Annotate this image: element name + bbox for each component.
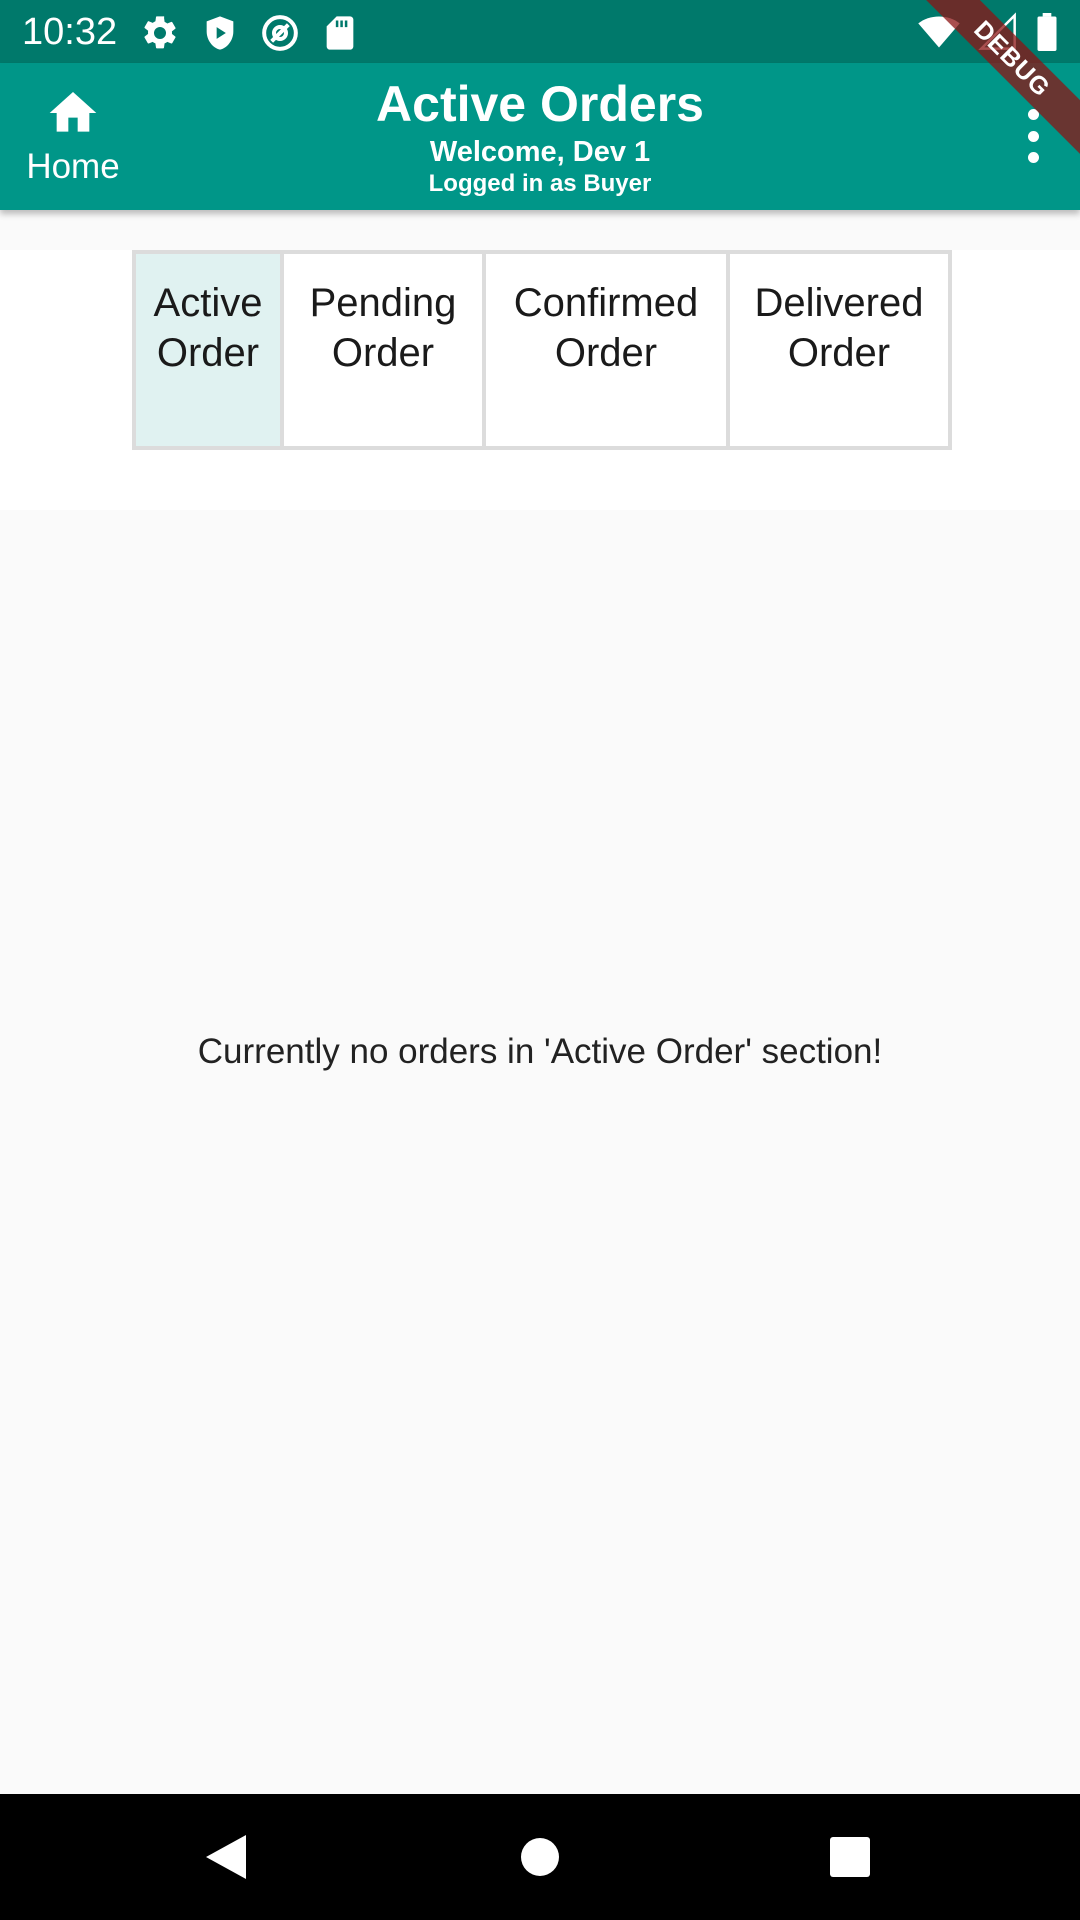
status-bar: 10:32 xyxy=(0,0,1080,63)
system-nav-bar xyxy=(0,1794,1080,1920)
sd-card-icon xyxy=(326,16,354,50)
status-icons-right xyxy=(918,12,1058,52)
order-tabs: Active Order Pending Order Confirmed Ord… xyxy=(132,250,952,450)
more-vert-dot xyxy=(1027,130,1039,142)
more-vert-icon xyxy=(1027,109,1039,120)
status-time: 10:32 xyxy=(22,11,118,53)
tab-pending-order[interactable]: Pending Order xyxy=(280,254,482,446)
role-text: Logged in as Buyer xyxy=(428,170,652,197)
tab-label-line1: Delivered xyxy=(754,281,924,325)
nav-back-button[interactable] xyxy=(196,1827,256,1887)
order-tabs-section: Active Order Pending Order Confirmed Ord… xyxy=(0,250,1080,510)
tab-label-line2: Order xyxy=(554,331,658,375)
tab-label-line1: Active xyxy=(153,281,263,325)
more-vert-dot xyxy=(1027,152,1039,163)
status-icons-left xyxy=(140,13,360,53)
tab-label-line2: Order xyxy=(156,331,260,375)
overflow-menu-button[interactable] xyxy=(1008,109,1058,163)
signal-icon xyxy=(978,12,1016,50)
battery-icon xyxy=(1037,13,1057,51)
empty-orders-message: Currently no orders in 'Active Order' se… xyxy=(197,1032,883,1071)
tab-confirmed-order[interactable]: Confirmed Order xyxy=(482,254,726,446)
tab-label-line2: Order xyxy=(331,331,435,375)
wifi-icon xyxy=(918,16,960,48)
app-bar: Home Active Orders Welcome, Dev 1 Logged… xyxy=(0,63,1080,210)
home-label: Home xyxy=(26,147,120,186)
tab-active-order[interactable]: Active Order xyxy=(136,254,280,446)
title-block: Active Orders Welcome, Dev 1 Logged in a… xyxy=(240,73,840,199)
tab-label-line1: Confirmed xyxy=(513,281,699,325)
recents-icon xyxy=(830,1837,870,1877)
nav-home-button[interactable] xyxy=(510,1827,570,1887)
tab-label-line2: Order xyxy=(787,331,891,375)
settings-icon xyxy=(144,16,176,49)
home-icon xyxy=(49,92,97,132)
tab-label-line1: Pending xyxy=(309,281,457,325)
tab-delivered-order[interactable]: Delivered Order xyxy=(726,254,948,446)
home-button[interactable]: Home xyxy=(14,85,132,195)
page-title: Active Orders xyxy=(376,76,704,132)
shield-play-icon xyxy=(206,16,234,50)
nav-recents-button[interactable] xyxy=(820,1827,880,1887)
home-circle-icon xyxy=(521,1838,559,1876)
at-sign-icon xyxy=(262,15,298,51)
welcome-text: Welcome, Dev 1 xyxy=(429,136,651,168)
back-icon xyxy=(206,1835,246,1879)
